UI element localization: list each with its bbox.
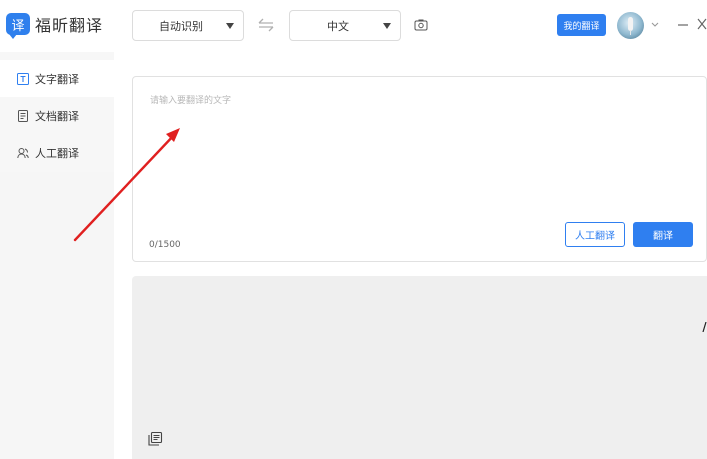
microphone-stand [630, 30, 631, 35]
human-translate-icon [17, 147, 29, 158]
sidebar-item-label: 文档翻译 [35, 109, 79, 123]
sidebar-item-human-translate[interactable]: 人工翻译 [0, 134, 114, 171]
text-icon [17, 72, 29, 85]
camera-icon[interactable] [414, 18, 428, 32]
copy-icon[interactable] [148, 432, 163, 446]
swap-languages-icon[interactable] [257, 18, 275, 32]
microphone-icon [628, 17, 633, 31]
sidebar-background [0, 172, 114, 459]
minimize-icon[interactable] [677, 19, 689, 31]
source-text-panel: 0/1500 人工翻译 翻译 [132, 76, 707, 262]
sidebar: 文字翻译 文档翻译 人工翻译 [0, 52, 114, 459]
sidebar-item-document-translate[interactable]: 文档翻译 [0, 97, 114, 134]
chevron-down-icon [226, 23, 234, 29]
human-translate-button[interactable]: 人工翻译 [565, 222, 625, 247]
translation-result-panel [132, 276, 707, 459]
app-logo: 译 福昕翻译 [6, 12, 104, 39]
my-translation-button[interactable]: 我的翻译 [557, 14, 606, 36]
source-language-value: 自动识别 [159, 19, 203, 33]
close-icon[interactable] [697, 18, 707, 30]
scroll-edge-marker [702, 322, 707, 332]
app-window: 译 福昕翻译 自动识别 中文 我的翻译 文字翻译 文档翻译 人工翻译 请输入要翻… [0, 0, 707, 459]
app-title: 福昕翻译 [35, 16, 104, 35]
sidebar-item-text-translate[interactable]: 文字翻译 [0, 60, 114, 97]
source-text-input[interactable] [150, 93, 690, 213]
target-language-value: 中文 [327, 19, 349, 33]
logo-badge-icon: 译 [6, 13, 30, 39]
source-language-select[interactable]: 自动识别 [132, 10, 244, 41]
user-avatar[interactable] [617, 12, 644, 39]
chevron-down-icon [383, 23, 391, 29]
chevron-down-icon[interactable] [651, 22, 659, 28]
character-count: 0/1500 [149, 240, 181, 250]
target-language-select[interactable]: 中文 [289, 10, 401, 41]
document-icon [18, 109, 28, 122]
sidebar-item-label: 人工翻译 [35, 146, 79, 160]
sidebar-item-label: 文字翻译 [35, 72, 79, 86]
translate-button[interactable]: 翻译 [633, 222, 693, 247]
top-bar: 译 福昕翻译 自动识别 中文 我的翻译 [0, 0, 707, 52]
